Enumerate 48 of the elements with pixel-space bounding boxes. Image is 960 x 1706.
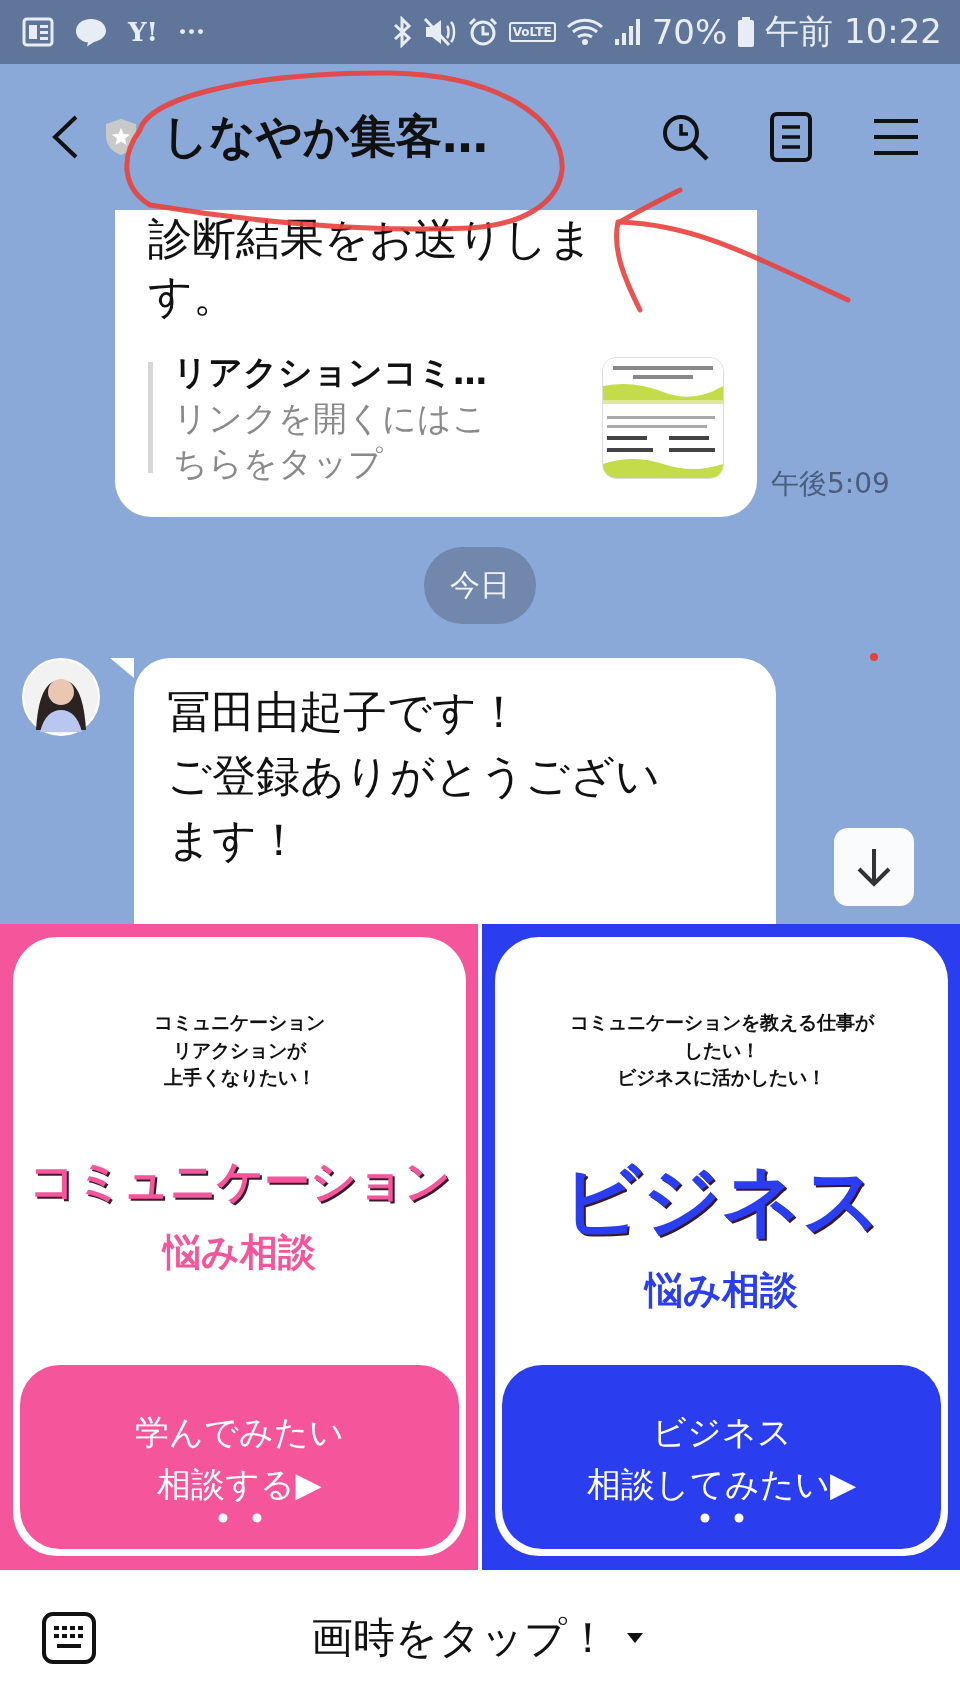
caret-icon — [627, 1633, 643, 1643]
link-preview[interactable]: リアクションコミ… リンクを開くにはこちらをタップ — [148, 350, 724, 485]
avatar-icon[interactable] — [22, 657, 100, 736]
link-subtitle: リンクを開くにはこちらをタップ — [173, 397, 488, 485]
clock-time: 午前 10:22 — [765, 10, 942, 53]
search-icon[interactable] — [660, 112, 710, 162]
battery-icon — [737, 16, 756, 48]
panel-subtitle: 悩み相談 — [645, 1267, 798, 1315]
notes-icon[interactable] — [770, 112, 812, 162]
panel-caption: したい！ — [683, 1037, 760, 1063]
menu-toggle[interactable]: 画時をタップ！ — [96, 1610, 858, 1666]
menu-panel[interactable]: コミュニケーション リアクションが 上手くなりたい！ コミュニケーション 悩み相談 学んでみたい 相談する▶ — [0, 924, 478, 1570]
keyboard-icon[interactable] — [42, 1612, 96, 1664]
notification-text: ··· — [178, 17, 206, 47]
mute-icon — [422, 16, 457, 48]
consult-button[interactable]: ビジネス 相談してみたい▶ — [502, 1365, 941, 1549]
menu-panel[interactable]: コミュニケーションを教える仕事が したい！ ビジネスに活かしたい！ ビジネス 悩み相談 ビジネス 相談してみたい▶ — [482, 924, 960, 1570]
page-dots-icon — [699, 1512, 744, 1523]
back-icon[interactable] — [50, 114, 80, 160]
panel-caption: コミュニケーション — [154, 1010, 325, 1035]
panel-title: コミュニケーション — [28, 1153, 451, 1209]
chat-bubble-icon — [74, 16, 108, 48]
panel-caption: リアクションが — [173, 1037, 306, 1063]
signal-icon — [613, 17, 642, 47]
volte-badge: VoLTE — [508, 22, 556, 42]
scroll-down-button[interactable] — [834, 828, 914, 906]
chat-title: しなやか集客… — [162, 108, 489, 165]
pen-dot-drawing — [870, 653, 878, 661]
shield-star-icon — [104, 117, 138, 157]
notification-text: Y! — [128, 17, 158, 47]
menu-icon[interactable] — [872, 117, 920, 157]
panel-caption: 上手くなりたい！ — [163, 1065, 316, 1091]
panel-caption: コミュニケーションを教える仕事が — [569, 1010, 874, 1035]
link-title: リアクションコミ… — [173, 351, 488, 395]
battery-percent: 70% — [651, 12, 728, 52]
message-text: 冨田由起子です！ — [167, 684, 522, 739]
page-dots-icon — [217, 1512, 262, 1523]
bubble-tail — [110, 657, 134, 678]
panel-subtitle: 悩み相談 — [163, 1228, 316, 1276]
news-icon — [22, 17, 54, 47]
panel-caption: ビジネスに活かしたい！ — [617, 1065, 826, 1091]
message-text: ご登録ありがとうございます！ — [167, 749, 661, 868]
down-arrow-icon — [856, 847, 892, 887]
panel-title: ビジネス — [561, 1153, 882, 1247]
message-time: 午後5:09 — [771, 465, 890, 502]
date-chip: 今日 — [424, 546, 536, 624]
wifi-icon — [565, 17, 604, 47]
alarm-icon — [466, 16, 499, 48]
